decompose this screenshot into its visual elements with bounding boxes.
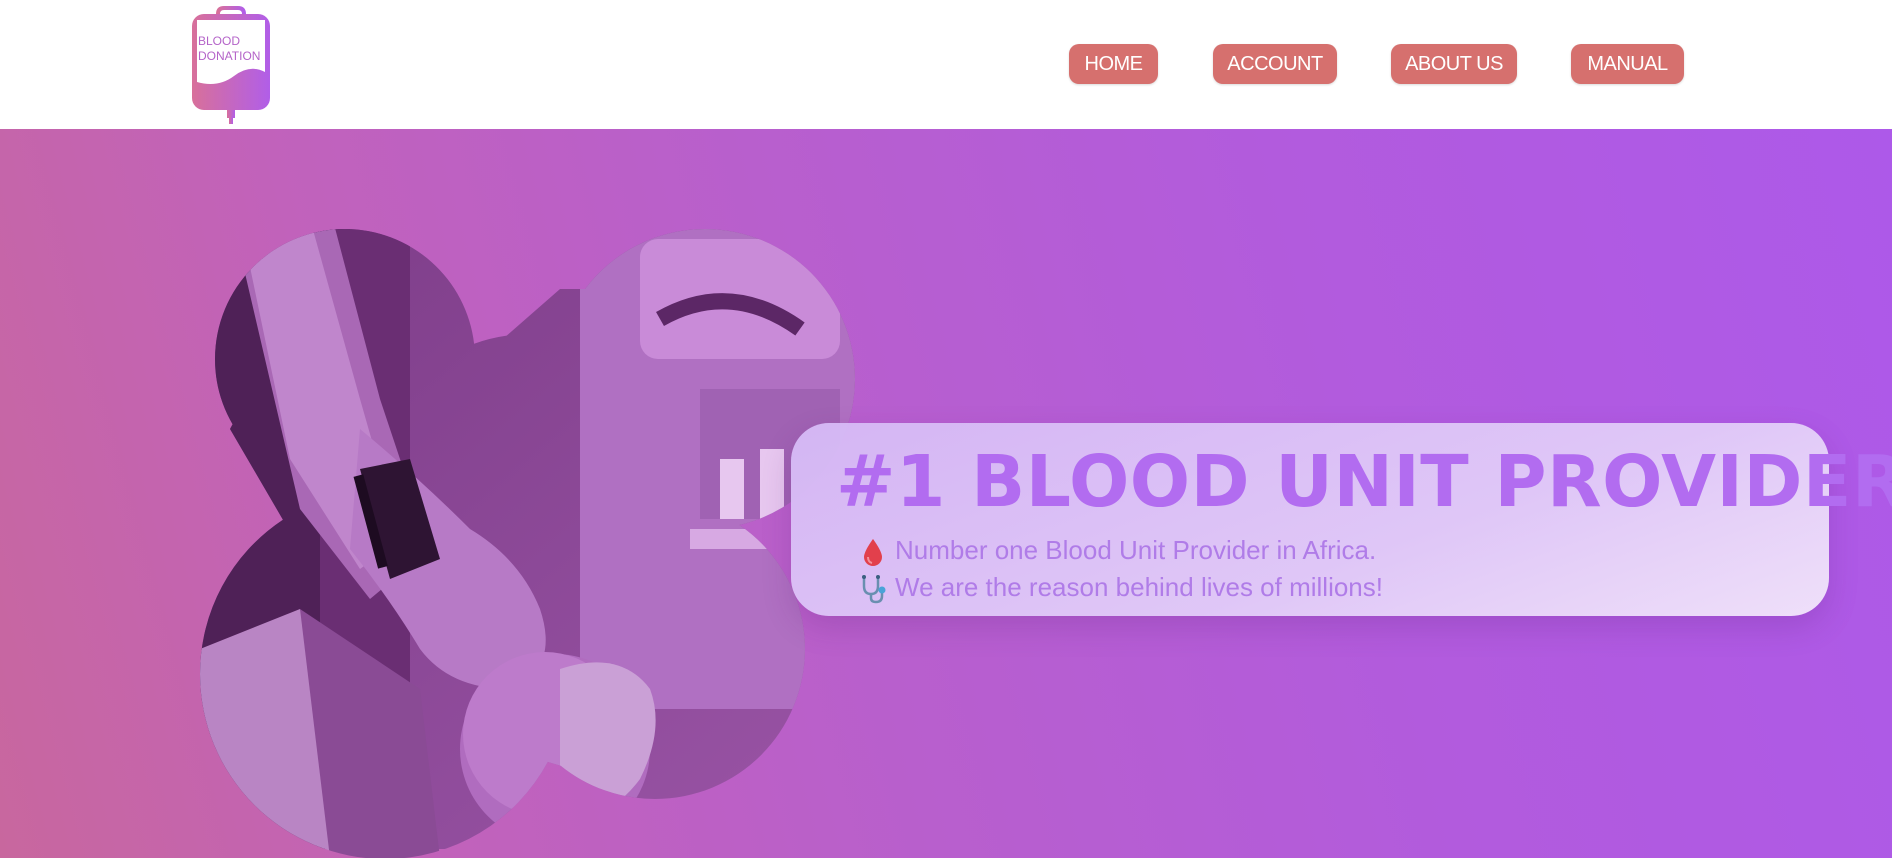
nav-manual-button[interactable]: MANUAL bbox=[1571, 44, 1684, 84]
blood-drop-icon bbox=[864, 539, 882, 566]
site-header: BLOOD DONATION HOME ACCOUNT ABOUT US MAN… bbox=[0, 0, 1892, 129]
logo-text-line2: DONATION bbox=[198, 49, 261, 63]
nav-account-button[interactable]: ACCOUNT bbox=[1213, 44, 1337, 84]
nav-home-button[interactable]: HOME bbox=[1069, 44, 1158, 84]
hero-title: #1 BLOOD UNIT PROVIDER bbox=[836, 440, 1892, 523]
site-logo[interactable]: BLOOD DONATION bbox=[190, 6, 272, 124]
stethoscope-icon bbox=[862, 575, 886, 604]
hero-point-2-text: We are the reason behind lives of millio… bbox=[895, 572, 1383, 602]
promo-card: #1 BLOOD UNIT PROVIDER Number one Blood … bbox=[791, 423, 1892, 616]
hero-point-2: We are the reason behind lives of millio… bbox=[862, 570, 1383, 604]
hero-point-1: Number one Blood Unit Provider in Africa… bbox=[864, 533, 1377, 567]
hero-point-1-text: Number one Blood Unit Provider in Africa… bbox=[895, 535, 1377, 565]
logo-text-line1: BLOOD bbox=[198, 34, 241, 48]
logo-text: BLOOD DONATION bbox=[198, 34, 260, 64]
blood-bag-icon bbox=[192, 6, 270, 124]
hero-section: #1 BLOOD UNIT PROVIDER Number one Blood … bbox=[0, 129, 1892, 858]
nav-about-us-button[interactable]: ABOUT US bbox=[1391, 44, 1517, 84]
